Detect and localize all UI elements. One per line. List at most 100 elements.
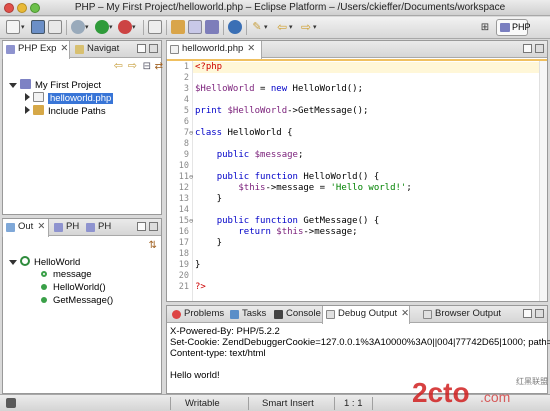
external-tools-icon[interactable] [118,20,132,34]
external-tools-dropdown-icon[interactable]: ▾ [132,20,136,35]
explorer-tab-row: PHP Exp ✕ Navigat [2,41,161,59]
code-line[interactable]: public function GetMessage() { [195,216,380,227]
run-dropdown-icon[interactable]: ▾ [109,20,113,35]
tab-helloworld-php[interactable]: helloworld.php ✕ [166,41,262,59]
collapse-all-icon[interactable]: ⊟ [143,59,151,74]
code-editor[interactable]: 1 2 3 4 5 6 7 ⊖ 8 9 10 11 ⊖ 12 13 14 15 ⊖ 16 17 18 19 20 21 <?p… [167,59,547,301]
back-dropdown-icon[interactable]: ▾ [289,20,293,35]
new-php-file-icon[interactable] [148,20,162,34]
debug-dropdown-icon[interactable]: ▾ [85,20,89,35]
open-type-icon[interactable] [171,20,185,34]
tab-problems[interactable]: Problems [169,306,225,323]
tab-ph-1[interactable]: PH [51,219,81,236]
next-annotation-icon[interactable]: ✎ [250,20,264,35]
new-dropdown-icon[interactable]: ▾ [21,20,25,35]
save-icon[interactable] [31,20,45,34]
tab-ph-2[interactable]: PH [83,219,115,236]
close-tab-icon[interactable]: ✕ [37,221,45,232]
code-token: $this [276,227,304,237]
link-with-editor-icon[interactable]: ⇄ [155,59,163,74]
main-toolbar: ▾ ▾ ▾ ▾ ✎ ▾ ⇦ ▾ ⇨ ▾ ⊞ PHP [0,17,550,39]
expand-icon[interactable] [25,106,30,114]
minimize-view-icon[interactable] [137,222,146,231]
tab-navigator-label: Navigat [87,43,120,54]
debug-icon[interactable] [71,20,85,34]
minimize-editor-icon[interactable] [523,44,532,53]
tab-php-explorer[interactable]: PHP Exp ✕ [2,41,70,59]
class-icon [20,256,30,266]
tab-tasks[interactable]: Tasks [227,306,269,323]
tab-navigator[interactable]: Navigat [72,41,132,58]
outline-item-class[interactable]: HelloWorld [9,256,80,268]
minimize-window-button[interactable] [17,3,27,13]
outline-item-getmessage[interactable]: GetMessage() [41,295,113,307]
outline-message-label: message [53,269,92,280]
minimize-view-icon[interactable] [523,309,532,318]
code-line[interactable]: <?php [195,62,222,73]
tab-outline[interactable]: Out ✕ [2,219,49,237]
code-line[interactable]: public function HelloWorld() { [195,172,380,183]
code-line[interactable]: } [195,238,222,249]
zoom-window-button[interactable] [30,3,40,13]
forward-dropdown-icon[interactable]: ▾ [313,20,317,35]
tab-ph-2-label: PH [98,221,112,232]
method-icon [41,284,47,290]
outline-constructor-label: HelloWorld() [53,282,106,293]
close-tab-icon[interactable]: ✕ [60,43,68,54]
back-nav-icon[interactable]: ⇦ [114,59,123,74]
outline-item-constructor[interactable]: HelloWorld() [41,282,106,294]
browser-icon[interactable] [228,20,242,34]
run-icon[interactable] [95,20,109,34]
code-token: public [216,150,250,160]
print-icon[interactable] [48,20,62,34]
code-line[interactable]: class HelloWorld { [195,128,293,139]
maximize-editor-icon[interactable] [535,44,544,53]
expand-icon[interactable] [9,260,17,265]
svg-text:2cto: 2cto [412,377,470,408]
tab-browser-output[interactable]: Browser Output [420,306,502,323]
code-line[interactable]: ?> [195,282,206,293]
expand-icon[interactable] [9,83,17,88]
forward-nav-icon[interactable]: ⇨ [128,59,137,74]
outline-tab-icon [6,223,15,232]
maximize-view-icon[interactable] [149,222,158,231]
code-line[interactable]: $HelloWorld = new HelloWorld(); [195,84,363,95]
tree-item-include-paths[interactable]: Include Paths [25,105,106,117]
outline-item-message[interactable]: message [41,269,92,281]
maximize-view-icon[interactable] [535,309,544,318]
maximize-view-icon[interactable] [149,44,158,53]
code-line[interactable]: $this->message = 'Hello world!'; [195,183,411,194]
open-perspective-icon[interactable]: ⊞ [478,20,492,35]
line-number: 3 [183,84,189,94]
code-line[interactable]: } [195,260,200,271]
minimize-view-icon[interactable] [137,44,146,53]
close-window-button[interactable] [4,3,14,13]
forward-icon[interactable]: ⇨ [299,20,313,35]
code-line[interactable]: print $HelloWorld->GetMessage(); [195,106,368,117]
code-line[interactable]: return $this->message; [195,227,357,238]
line-number: 4 [183,95,189,105]
php-perspective-button[interactable]: PHP [496,19,531,36]
back-icon[interactable]: ⇦ [275,20,289,35]
code-token: = [254,84,271,94]
code-line[interactable]: } [195,194,222,205]
line-number: 19 [178,260,189,270]
new-icon[interactable] [6,20,20,34]
code-line[interactable]: public $message; [195,150,304,161]
code-token: <?php [195,62,223,72]
code-token: $HelloWorld [195,84,255,94]
fast-view-icon[interactable] [6,398,16,408]
tab-debug-output[interactable]: Debug Output ✕ [322,306,410,324]
close-tab-icon[interactable]: ✕ [401,308,409,319]
expand-icon[interactable] [25,93,30,101]
php-explorer-icon[interactable] [205,20,219,34]
tree-item-project[interactable]: My First Project [9,79,101,91]
close-editor-icon[interactable]: ✕ [247,43,255,54]
tab-console[interactable]: Console [271,306,321,323]
tree-item-helloworld[interactable]: helloworld.php [25,92,114,104]
open-file-icon[interactable] [188,20,202,34]
next-annotation-dropdown-icon[interactable]: ▾ [264,20,268,35]
method-icon [41,297,47,303]
sort-icon[interactable]: ⇅ [149,238,157,253]
